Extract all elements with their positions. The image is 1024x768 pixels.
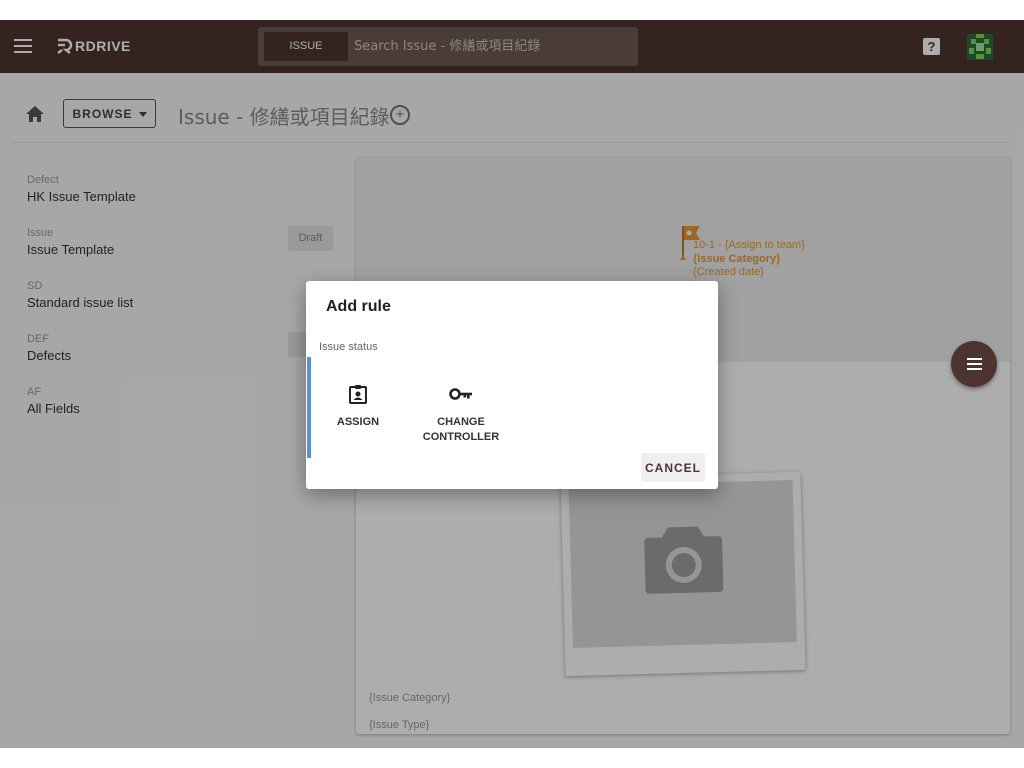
cancel-button[interactable]: CANCEL	[641, 453, 705, 482]
dialog-title: Add rule	[326, 298, 391, 315]
assign-label: ASSIGN	[336, 416, 380, 428]
assign-rule-option[interactable]: ASSIGN	[328, 384, 388, 430]
key-icon	[449, 388, 472, 400]
section-accent-bar	[307, 357, 311, 458]
app-screen: RDRIVE ISSUE ? BROWSE Issue - 修繕或項目紀錄 + …	[0, 20, 1024, 748]
fab-menu-button[interactable]	[951, 341, 997, 387]
change-controller-rule-option[interactable]: CHANGE CONTROLLER	[418, 384, 504, 445]
add-rule-dialog: Add rule Issue status ASSIGN CHANGE CONT…	[306, 281, 718, 489]
section-label: Issue status	[319, 341, 378, 353]
clipboard-account-icon	[349, 385, 367, 404]
change-controller-label: CHANGE CONTROLLER	[422, 416, 500, 443]
